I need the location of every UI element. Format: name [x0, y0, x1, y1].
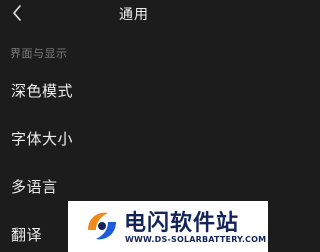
settings-item-label: 深色模式: [11, 82, 74, 100]
watermark-overlay: 电闪软件站 WWW.DS-SOLARBATTERY.COM: [68, 201, 268, 252]
watermark-logo-icon: [84, 208, 120, 244]
settings-item-label: 多语言: [11, 178, 58, 196]
settings-screen: 通用 界面与显示 深色模式 字体大小 多语言 翻译 电闪软件站 WWW.DS-S…: [0, 0, 268, 252]
settings-item-label: 字体大小: [11, 130, 74, 148]
watermark-url: WWW.DS-SOLARBATTERY.COM: [125, 235, 267, 244]
page-title: 通用: [119, 7, 149, 23]
section-header-display: 界面与显示: [10, 47, 68, 60]
navigation-bar: 通用: [0, 0, 268, 32]
settings-item-font-size[interactable]: 字体大小: [0, 120, 268, 156]
settings-item-dark-mode[interactable]: 深色模式: [0, 72, 268, 108]
settings-item-language[interactable]: 多语言: [0, 168, 268, 204]
watermark-title: 电闪软件站: [124, 211, 240, 236]
settings-item-label: 翻译: [11, 226, 43, 244]
